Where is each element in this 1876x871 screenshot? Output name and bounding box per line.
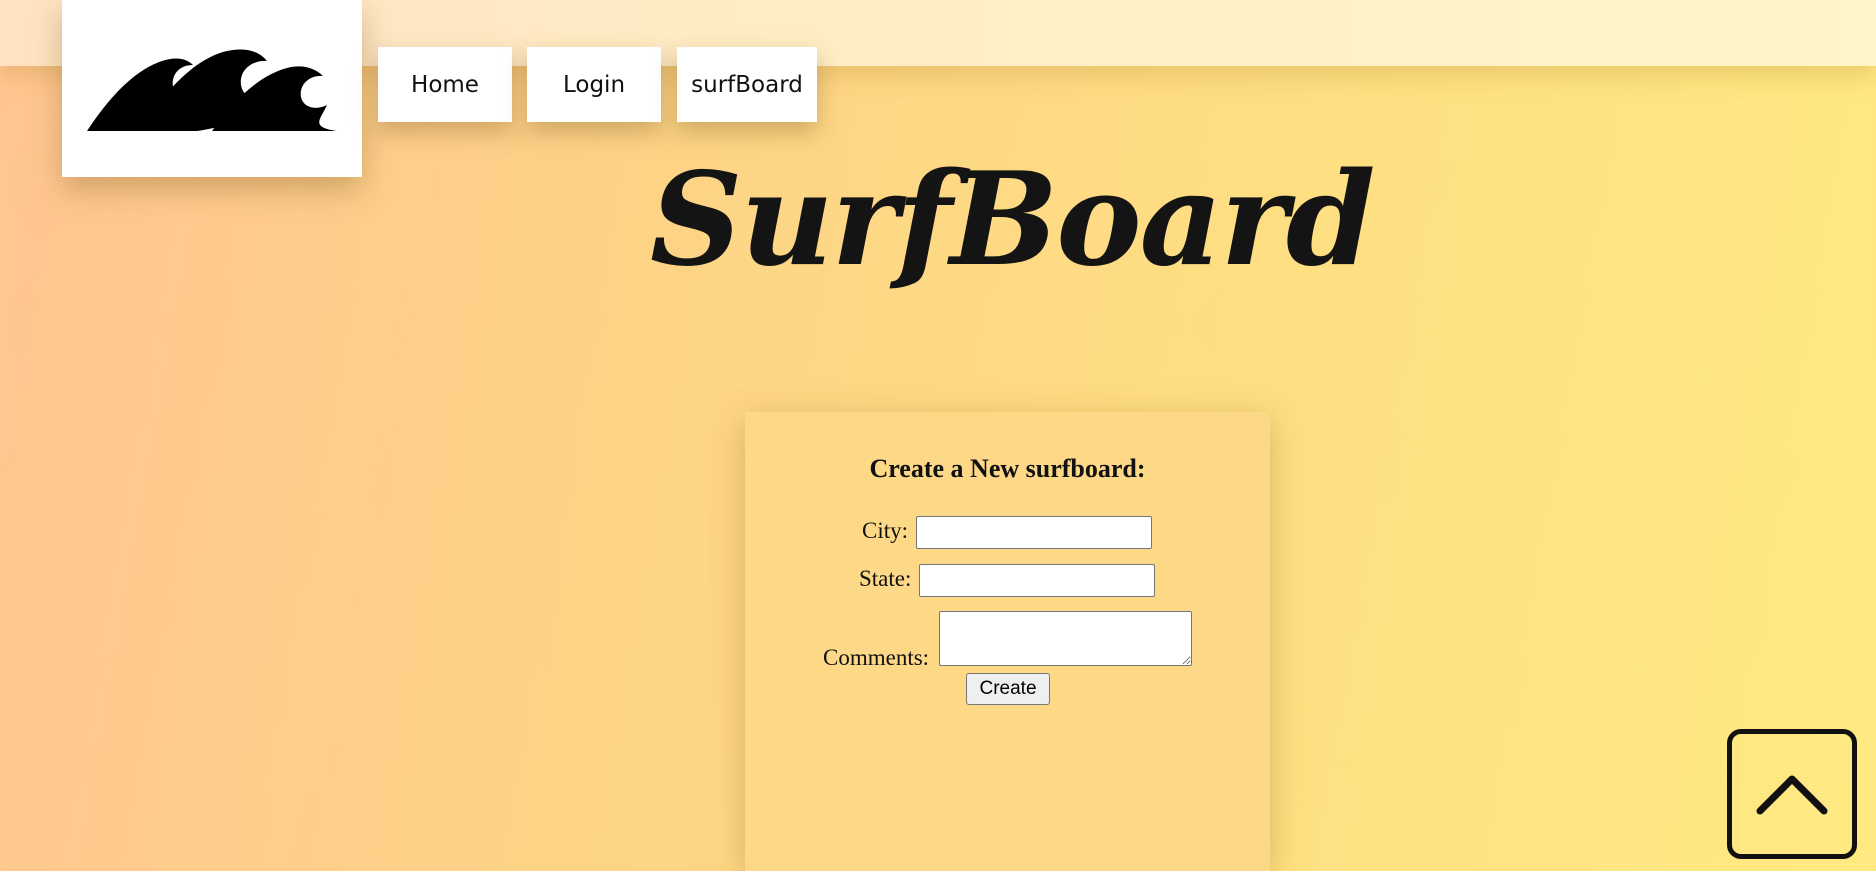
- site-logo[interactable]: [62, 0, 362, 177]
- page-title: SurfBoard: [650, 145, 1375, 295]
- scroll-to-top-button[interactable]: [1727, 729, 1857, 859]
- waves-logo-icon: [87, 49, 337, 131]
- create-button[interactable]: Create: [966, 673, 1050, 705]
- city-input[interactable]: [916, 516, 1152, 549]
- comments-textarea[interactable]: [939, 611, 1192, 666]
- form-heading: Create a New surfboard:: [869, 454, 1146, 483]
- state-input[interactable]: [919, 564, 1155, 597]
- nav-login-button[interactable]: Login: [527, 47, 661, 122]
- nav-surfboard-button[interactable]: surfBoard: [677, 47, 817, 122]
- comments-label: Comments:: [823, 645, 930, 670]
- nav-home-button[interactable]: Home: [378, 47, 512, 122]
- city-label: City:: [862, 518, 909, 543]
- chevron-up-icon: [1756, 775, 1828, 815]
- state-label: State:: [859, 566, 912, 591]
